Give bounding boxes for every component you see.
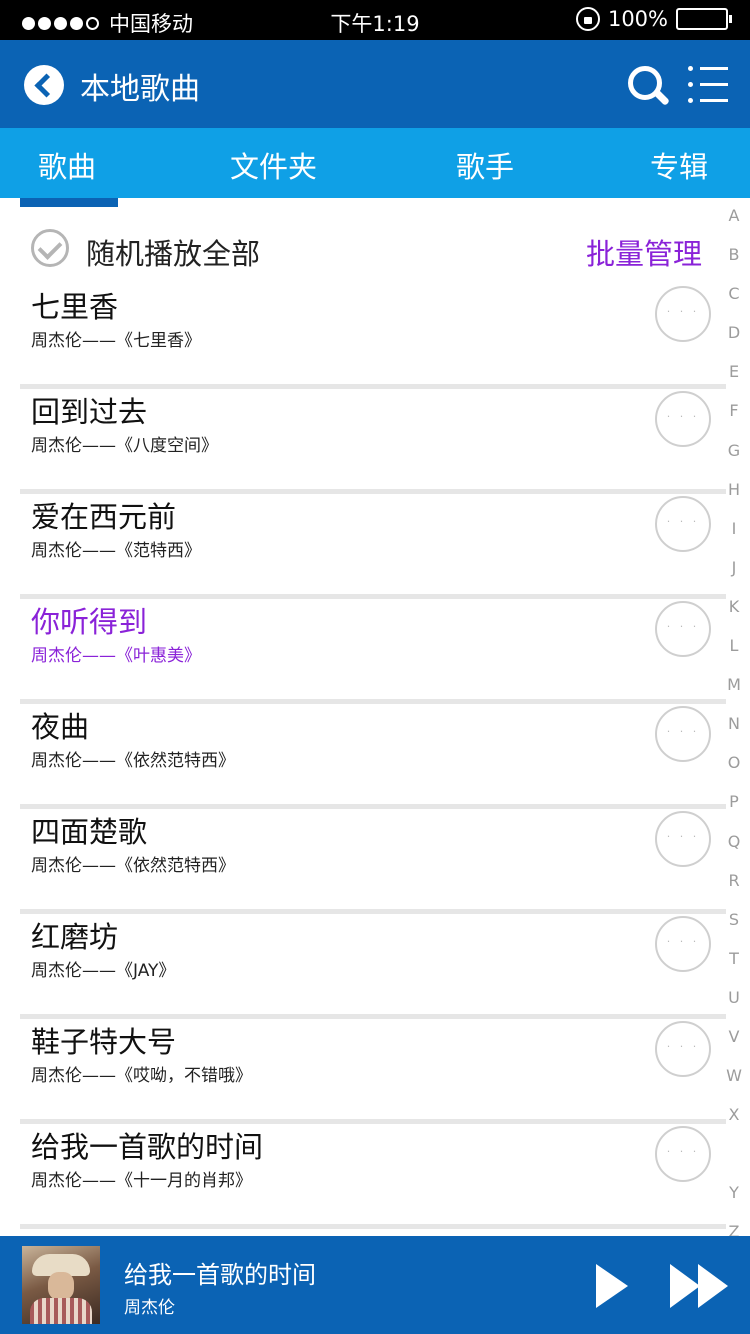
tab-songs[interactable]: 歌曲 [38, 144, 96, 186]
back-icon[interactable] [24, 65, 64, 105]
more-options-button[interactable]: · · · [655, 811, 711, 867]
index-letter[interactable]: L [722, 636, 746, 675]
song-item[interactable]: 四面楚歌 周杰伦——《依然范特西》 · · · [20, 809, 726, 914]
index-letter[interactable]: V [722, 1027, 746, 1066]
index-letter[interactable]: W [722, 1066, 746, 1105]
song-title: 你听得到 [31, 605, 148, 639]
more-options-button[interactable]: · · · [655, 286, 711, 342]
play-icon[interactable] [596, 1264, 628, 1308]
song-item[interactable]: 鞋子特大号 周杰伦——《哎呦，不错哦》 · · · [20, 1019, 726, 1124]
tab-albums[interactable]: 专辑 [650, 144, 708, 186]
search-icon[interactable] [628, 66, 672, 110]
song-item[interactable]: 红磨坊 周杰伦——《JAY》 · · · [20, 914, 726, 1019]
index-letter[interactable]: J [722, 558, 746, 597]
song-item[interactable]: 回到过去 周杰伦——《八度空间》 · · · [20, 389, 726, 494]
more-options-button[interactable]: · · · [655, 706, 711, 762]
index-letter[interactable]: X [722, 1105, 746, 1144]
index-letter[interactable]: H [722, 480, 746, 519]
song-title: 红磨坊 [31, 920, 119, 954]
index-letter[interactable]: N [722, 714, 746, 753]
song-title: 七里香 [31, 290, 119, 324]
status-bar: 中国移动 下午1:19 100% [0, 0, 750, 40]
battery-percent: 100% [607, 7, 668, 31]
tab-folders[interactable]: 文件夹 [230, 144, 317, 186]
song-item-playing[interactable]: 你听得到 周杰伦——《叶惠美》 · · · [20, 599, 726, 704]
index-letter[interactable]: M [722, 675, 746, 714]
more-options-button[interactable]: · · · [655, 391, 711, 447]
more-options-button[interactable]: · · · [655, 1021, 711, 1077]
index-letter[interactable]: F [722, 401, 746, 440]
index-letter[interactable]: T [722, 949, 746, 988]
now-playing-bar[interactable]: 给我一首歌的时间 周杰伦 [0, 1236, 750, 1334]
index-letter[interactable]: U [722, 988, 746, 1027]
tab-artists[interactable]: 歌手 [456, 144, 514, 186]
song-subtitle: 周杰伦——《哎呦，不错哦》 [31, 1066, 252, 1086]
index-letter[interactable]: Y [722, 1183, 746, 1222]
shuffle-row: 随机播放全部 批量管理 [0, 207, 726, 281]
song-subtitle: 周杰伦——《JAY》 [31, 961, 176, 981]
index-letter[interactable]: E [722, 362, 746, 401]
index-letter[interactable]: R [722, 871, 746, 910]
app-header: 本地歌曲 [0, 40, 750, 128]
index-letter[interactable]: A [722, 206, 746, 245]
more-options-button[interactable]: · · · [655, 916, 711, 972]
more-options-button[interactable]: · · · [655, 601, 711, 657]
index-letter[interactable]: B [722, 245, 746, 284]
batch-manage-button[interactable]: 批量管理 [586, 231, 702, 273]
index-letter[interactable]: D [722, 323, 746, 362]
now-playing-artist: 周杰伦 [124, 1298, 175, 1318]
song-subtitle: 周杰伦——《依然范特西》 [31, 751, 235, 771]
page-title: 本地歌曲 [80, 72, 200, 107]
active-tab-indicator [20, 198, 118, 207]
song-title: 鞋子特大号 [31, 1025, 177, 1059]
menu-icon[interactable] [688, 66, 728, 106]
index-letter[interactable]: Q [722, 832, 746, 871]
song-subtitle: 周杰伦——《依然范特西》 [31, 856, 235, 876]
song-title: 回到过去 [31, 395, 148, 429]
song-title: 四面楚歌 [31, 815, 148, 849]
song-item[interactable]: 七里香 周杰伦——《七里香》 · · · [20, 284, 726, 389]
song-subtitle: 周杰伦——《八度空间》 [31, 436, 218, 456]
index-letter[interactable]: I [722, 519, 746, 558]
song-title: 给我一首歌的时间 [31, 1130, 264, 1164]
tab-bar: 歌曲 文件夹 歌手 专辑 [0, 128, 750, 198]
song-title: 爱在西元前 [31, 500, 177, 534]
more-options-button[interactable]: · · · [655, 496, 711, 552]
alphabet-index[interactable]: A B C D E F G H I J K L M N O P Q R S T … [722, 206, 746, 1262]
shuffle-all-button[interactable]: 随机播放全部 [86, 231, 260, 273]
index-letter[interactable] [722, 1144, 746, 1183]
status-right: 100% [575, 7, 732, 31]
song-subtitle: 周杰伦——《七里香》 [31, 331, 201, 351]
index-letter[interactable]: O [722, 753, 746, 792]
index-letter[interactable]: S [722, 910, 746, 949]
more-options-button[interactable]: · · · [655, 1126, 711, 1182]
rotation-lock-icon [575, 7, 600, 31]
song-title: 夜曲 [31, 710, 90, 744]
index-letter[interactable]: G [722, 441, 746, 480]
now-playing-title: 给我一首歌的时间 [124, 1261, 316, 1289]
album-cover[interactable] [22, 1246, 100, 1324]
index-letter[interactable]: K [722, 597, 746, 636]
next-track-icon[interactable] [670, 1264, 730, 1308]
song-item[interactable]: 夜曲 周杰伦——《依然范特西》 · · · [20, 704, 726, 809]
shuffle-check-icon[interactable] [31, 229, 69, 267]
song-subtitle: 周杰伦——《十一月的肖邦》 [31, 1171, 252, 1191]
song-subtitle: 周杰伦——《叶惠美》 [31, 646, 201, 666]
battery-icon [676, 8, 732, 30]
song-item[interactable]: 给我一首歌的时间 周杰伦——《十一月的肖邦》 · · · [20, 1124, 726, 1229]
song-item[interactable]: 爱在西元前 周杰伦——《范特西》 · · · [20, 494, 726, 599]
index-letter[interactable]: P [722, 792, 746, 831]
song-subtitle: 周杰伦——《范特西》 [31, 541, 201, 561]
index-letter[interactable]: C [722, 284, 746, 323]
